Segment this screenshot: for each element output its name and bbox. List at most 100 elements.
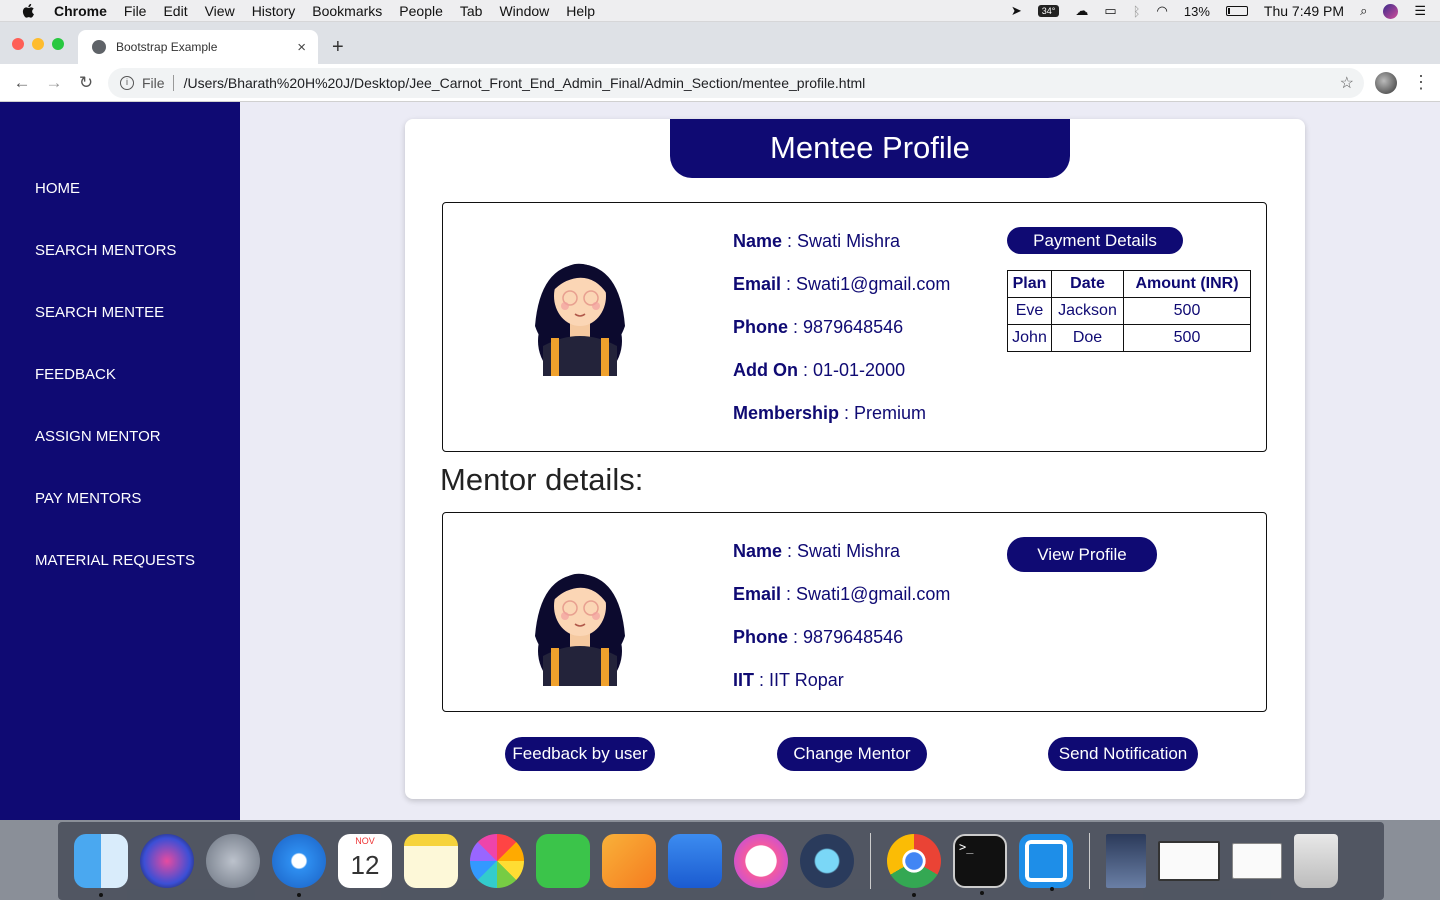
page-content: HOME SEARCH MENTORS SEARCH MENTEE FEEDBA… [0, 102, 1440, 820]
browser-tab[interactable]: Bootstrap Example × [78, 30, 318, 64]
trash-icon[interactable] [1294, 834, 1338, 888]
bluetooth-icon[interactable]: ᛒ [1133, 4, 1141, 19]
itunes-icon[interactable] [734, 834, 788, 888]
running-indicator [99, 893, 103, 897]
field-label: Phone [733, 627, 789, 647]
quicktime-icon[interactable] [800, 834, 854, 888]
field-label: Name [733, 231, 783, 251]
table-cell: 500 [1123, 297, 1251, 325]
sidebar-item-home[interactable]: HOME [0, 180, 240, 242]
running-indicator [980, 891, 984, 895]
profile-card: Mentee Profile Name : Swati Mishra Email… [405, 119, 1305, 799]
profile-avatar[interactable] [1375, 72, 1397, 94]
column-header-amount: Amount (INR) [1123, 270, 1251, 298]
field-email: Email : Swati1@gmail.com [733, 274, 951, 294]
airplay-icon[interactable]: ▭ [1104, 3, 1116, 19]
menu-app-name[interactable]: Chrome [54, 3, 107, 19]
table-row: Eve Jackson 500 [1007, 297, 1251, 325]
info-icon[interactable]: i [120, 76, 134, 90]
address-bar[interactable]: i File /Users/Bharath%20H%20J/Desktop/Je… [108, 68, 1364, 98]
tab-close-icon[interactable]: × [297, 39, 306, 56]
menu-file[interactable]: File [124, 3, 147, 19]
apple-icon[interactable] [20, 2, 38, 20]
calendar-month: NOV [355, 836, 375, 846]
spotlight-search-icon[interactable]: ⌕ [1360, 3, 1367, 19]
more-menu-icon[interactable]: ⋮ [1412, 72, 1430, 93]
mentor-section-title: Mentor details: [440, 462, 644, 497]
menu-view[interactable]: View [205, 3, 235, 19]
clock[interactable]: Thu 7:49 PM [1264, 3, 1344, 19]
new-tab-button[interactable]: + [332, 36, 344, 59]
menu-bookmarks[interactable]: Bookmarks [312, 3, 382, 19]
field-label: IIT [733, 670, 754, 690]
menu-edit[interactable]: Edit [163, 3, 187, 19]
close-window-button[interactable] [12, 38, 24, 50]
sidebar-item-feedback[interactable]: FEEDBACK [0, 366, 240, 428]
sidebar-item-assign-mentor[interactable]: ASSIGN MENTOR [0, 428, 240, 490]
sidebar-item-search-mentee[interactable]: SEARCH MENTEE [0, 304, 240, 366]
notes-icon[interactable] [404, 834, 458, 888]
forward-arrow-icon[interactable]: → [44, 73, 64, 93]
reload-icon[interactable]: ↻ [76, 73, 96, 93]
back-arrow-icon[interactable]: ← [12, 73, 32, 93]
brackets-icon[interactable] [1019, 834, 1073, 891]
send-notification-button[interactable]: Send Notification [1048, 737, 1198, 771]
field-label: Phone [733, 317, 789, 337]
mentee-avatar [535, 263, 625, 376]
sidebar-item-search-mentors[interactable]: SEARCH MENTORS [0, 242, 240, 304]
preview-icon[interactable] [1158, 841, 1220, 881]
status-area: ➤ 34° ☁ ▭ ᛒ ◠ 13% Thu 7:49 PM ⌕ ☰ [1011, 0, 1426, 22]
field-value: Swati1@gmail.com [796, 274, 951, 294]
table-cell: Eve [1007, 297, 1052, 325]
table-cell: Doe [1051, 324, 1124, 352]
finder-icon[interactable] [74, 834, 128, 897]
siri-icon[interactable] [140, 834, 194, 888]
preview2-icon[interactable] [1232, 843, 1282, 879]
temperature-badge[interactable]: 34° [1037, 5, 1060, 17]
field-value: 9879648546 [803, 317, 904, 337]
safari-icon[interactable] [272, 834, 326, 897]
mentee-panel: Name : Swati Mishra Email : Swati1@gmail… [442, 202, 1267, 452]
zoom-window-button[interactable] [52, 38, 64, 50]
url-text[interactable]: /Users/Bharath%20H%20J/Desktop/Jee_Carno… [184, 75, 866, 91]
siri-menu-icon[interactable] [1383, 3, 1399, 19]
launchpad-icon[interactable] [206, 834, 260, 888]
battery-level [1227, 8, 1230, 14]
menu-tab[interactable]: Tab [460, 3, 483, 19]
running-indicator [297, 893, 301, 897]
payment-details-button[interactable]: Payment Details [1007, 227, 1183, 254]
notification-center-icon[interactable]: ☰ [1414, 3, 1426, 19]
menu-people[interactable]: People [399, 3, 443, 19]
field-phone: Phone : 9879648546 [733, 627, 904, 647]
field-value: IIT Ropar [769, 670, 844, 690]
battery-icon[interactable] [1225, 6, 1248, 16]
calendar-icon[interactable]: NOV 12 [338, 834, 392, 888]
field-label: Email [733, 274, 782, 294]
change-mentor-button[interactable]: Change Mentor [777, 737, 927, 771]
photos-icon[interactable] [470, 834, 524, 888]
menu-help[interactable]: Help [566, 3, 595, 19]
pages-icon[interactable] [602, 834, 656, 888]
bookmark-star-icon[interactable]: ☆ [1340, 73, 1354, 93]
terminal-icon[interactable]: >_ [953, 834, 1007, 895]
field-value: Swati Mishra [797, 231, 901, 251]
feedback-by-user-button[interactable]: Feedback by user [505, 737, 655, 771]
view-profile-button[interactable]: View Profile [1007, 537, 1157, 572]
image-icon[interactable] [1106, 834, 1146, 888]
menu-history[interactable]: History [252, 3, 296, 19]
facetime-icon[interactable] [536, 834, 590, 888]
creative-cloud-icon[interactable]: ☁ [1075, 3, 1088, 19]
chrome-icon[interactable] [887, 834, 941, 897]
column-header-date: Date [1051, 270, 1124, 298]
sidebar-item-pay-mentors[interactable]: PAY MENTORS [0, 490, 240, 552]
field-label: Membership [733, 403, 840, 423]
dock: NOV 12 >_ [58, 822, 1384, 900]
field-value: Premium [854, 403, 927, 423]
wifi-icon[interactable]: ◠ [1157, 3, 1168, 19]
menu-window[interactable]: Window [499, 3, 549, 19]
minimize-window-button[interactable] [32, 38, 44, 50]
sidebar-item-material-requests[interactable]: MATERIAL REQUESTS [0, 552, 240, 614]
dock-separator [870, 833, 871, 889]
tab-title: Bootstrap Example [116, 40, 218, 54]
keynote-icon[interactable] [668, 834, 722, 888]
